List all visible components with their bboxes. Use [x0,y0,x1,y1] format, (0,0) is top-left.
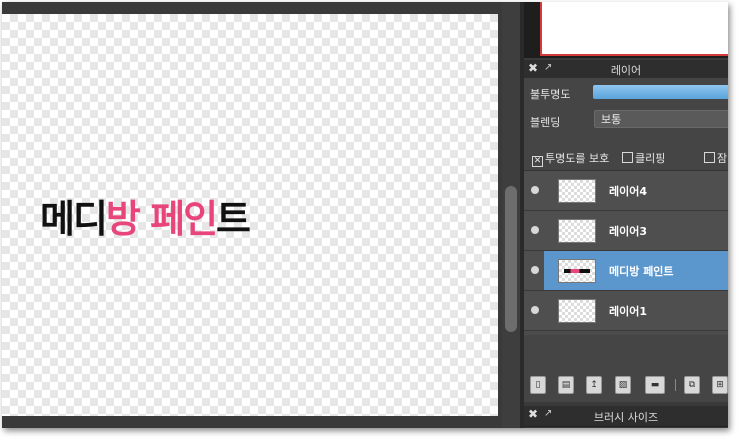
protect-alpha-label: 투명도를 보호 [545,152,610,165]
folder-icon[interactable]: ▬ [645,376,665,394]
canvas[interactable]: 메디방 페인트 [2,14,498,416]
visibility-icon[interactable] [531,306,539,314]
layer-toolbar: ▯ ▤ ↥ ▨ ▬ ⧉ ⊞ [524,376,728,398]
canvas-text-part-1: 메디 [40,197,108,241]
scrollbar-thumb[interactable] [505,186,517,332]
new-layer-icon[interactable]: ▯ [530,376,546,394]
layer-thumbnail [558,179,596,203]
protect-alpha-checkbox[interactable]: ✕ 투명도를 보호 [532,150,609,167]
thumbnail-artwork [564,269,590,273]
visibility-icon[interactable] [531,186,539,194]
canvas-text-part-2: 방 페인 [105,197,218,241]
blend-mode-select[interactable]: 보통 [594,110,728,128]
layer-item[interactable]: 레이어3 [524,211,728,251]
layer-item-selected[interactable]: 메디방 페인트 [524,251,728,291]
duplicate-icon[interactable]: ⧉ [684,376,700,394]
layer-name: 레이어1 [609,305,648,318]
new-8bit-layer-icon[interactable]: ↥ [586,376,602,394]
brush-panel-title: 브러시 사이즈 [593,411,659,424]
opacity-slider[interactable] [593,85,728,99]
canvas-artwork-text: 메디방 페인트 [40,197,251,241]
navigator-preview[interactable] [540,2,728,56]
layer-name: 메디방 페인트 [609,265,674,278]
blend-label: 블렌딩 [530,116,561,129]
layer-item[interactable]: 레이어1 [524,291,728,331]
new-1bit-layer-icon[interactable]: ▨ [615,376,631,394]
toolbar-separator [675,379,676,391]
navigator-panel [524,2,728,58]
brush-panel-header: ✖ ↗ 브러시 사이즈 [524,406,728,427]
layer-panel-title: 레이어 [610,64,642,77]
checkbox-box: ✕ [532,156,543,167]
layer-thumbnail [558,219,596,243]
layers-list: 레이어4 레이어3 메디방 페인트 레이어1 [524,170,728,335]
app-window: 메디방 페인트 ✖ ↗ 레이어 불투명도 블렌딩 보통 ✕ 투명도를 보호 클리핑… [2,2,728,428]
layer-panel-header: ✖ ↗ 레이어 [524,60,728,79]
checkbox-box [704,152,715,163]
visibility-icon[interactable] [531,226,539,234]
clipping-checkbox[interactable]: 클리핑 [622,150,665,166]
opacity-label: 불투명도 [530,88,571,101]
layer-item[interactable]: 레이어4 [524,171,728,211]
layer-name: 레이어4 [609,185,648,198]
checkbox-box [622,152,633,163]
new-halftone-layer-icon[interactable]: ▤ [558,376,574,394]
clipping-label: 클리핑 [635,152,666,165]
layer-name: 레이어3 [609,225,648,238]
lock-checkbox[interactable]: 잠 [704,150,727,166]
layer-thumbnail [558,259,596,283]
visibility-icon[interactable] [531,266,539,274]
merge-icon[interactable]: ⊞ [712,376,728,394]
lock-label: 잠 [717,152,728,165]
canvas-text-part-3: 트 [216,197,251,241]
layer-thumbnail [558,299,596,323]
layer-panel: 불투명도 블렌딩 보통 ✕ 투명도를 보호 클리핑 잠 레이어4 레이어3 메디방… [524,78,728,402]
